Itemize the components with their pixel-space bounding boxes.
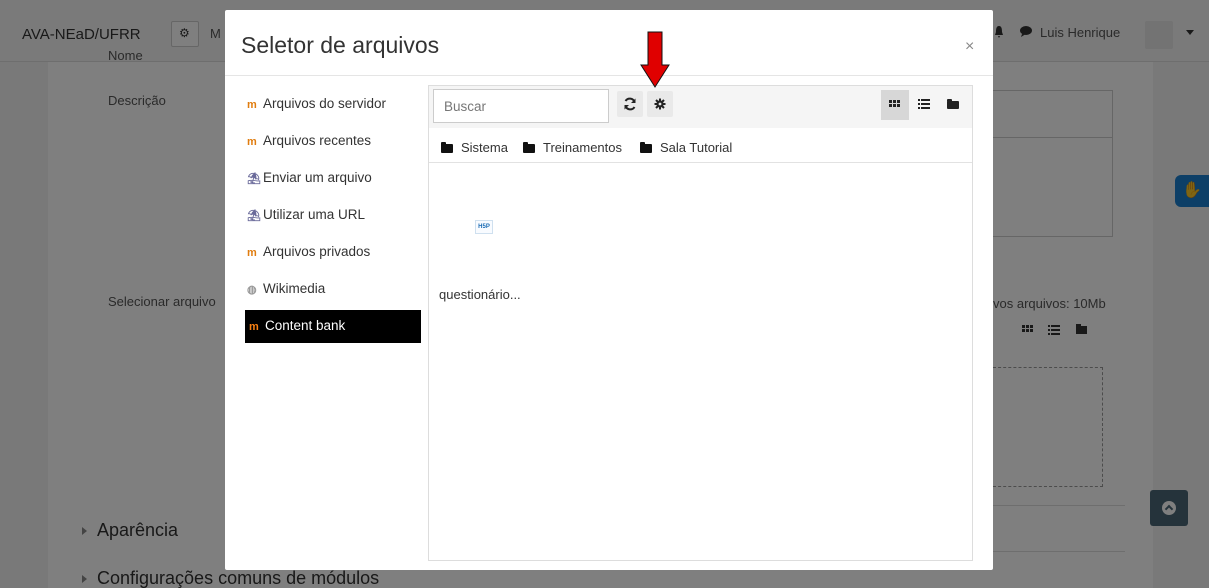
red-arrow-annotation <box>640 31 670 88</box>
repo-enviar-arquivo[interactable]: ⛱ Enviar um arquivo <box>245 162 421 195</box>
refresh-icon <box>624 97 636 111</box>
modal-header: Seletor de arquivos × <box>225 10 993 76</box>
repo-label: Enviar um arquivo <box>263 170 372 185</box>
breadcrumb-item[interactable]: Sala Tutorial <box>640 140 732 155</box>
repo-label: Arquivos do servidor <box>263 96 387 111</box>
modal-title: Seletor de arquivos <box>241 32 440 58</box>
repo-utilizar-url[interactable]: ⛱ Utilizar uma URL <box>245 199 421 232</box>
refresh-button[interactable] <box>617 91 643 117</box>
settings-button[interactable] <box>647 91 673 117</box>
breadcrumb-item[interactable]: Treinamentos <box>523 140 622 155</box>
file-browser-pane: Sistema Treinamentos Sala Tutorial H5P q… <box>428 85 973 561</box>
file-picker-dialog: Seletor de arquivos × m Arquivos do servi… <box>225 10 993 570</box>
folder-icon <box>523 142 535 153</box>
wikimedia-icon: ◍ <box>247 284 257 296</box>
folder-icon <box>947 99 959 109</box>
repo-arquivos-recentes[interactable]: m Arquivos recentes <box>245 125 421 158</box>
search-input[interactable] <box>433 89 609 123</box>
upload-icon: ⛱ <box>247 173 261 185</box>
breadcrumb: Sistema Treinamentos Sala Tutorial <box>429 131 972 163</box>
repo-arquivos-privados[interactable]: m Arquivos privados <box>245 236 421 269</box>
grid-icon <box>889 100 900 107</box>
view-tree-button[interactable] <box>939 90 967 120</box>
h5p-file-icon: H5P <box>475 220 493 234</box>
folder-icon <box>640 142 652 153</box>
repo-label: Wikimedia <box>263 281 326 296</box>
repo-label: Utilizar uma URL <box>263 207 366 222</box>
moodle-icon: m <box>247 247 257 259</box>
list-icon <box>918 99 930 109</box>
folder-icon <box>441 142 453 153</box>
repo-label: Arquivos privados <box>263 244 371 259</box>
view-icons-button[interactable] <box>881 90 909 120</box>
repo-label: Content bank <box>265 318 346 333</box>
file-item[interactable]: H5P questionário... <box>437 206 547 306</box>
close-icon[interactable]: × <box>965 38 974 56</box>
breadcrumb-label: Sala Tutorial <box>660 140 733 155</box>
repo-wikimedia[interactable]: ◍ Wikimedia <box>245 273 421 306</box>
breadcrumb-label: Treinamentos <box>543 140 622 155</box>
moodle-icon: m <box>247 136 257 148</box>
file-name: questionário... <box>439 287 521 302</box>
repo-label: Arquivos recentes <box>263 133 372 148</box>
breadcrumb-label: Sistema <box>461 140 508 155</box>
repository-list: m Arquivos do servidor m Arquivos recentes… <box>245 88 423 347</box>
view-mode-group <box>881 90 969 120</box>
moodle-icon: m <box>249 321 259 333</box>
breadcrumb-item[interactable]: Sistema <box>441 140 508 155</box>
gear-icon <box>654 98 666 110</box>
view-list-button[interactable] <box>910 90 938 120</box>
moodle-icon: m <box>247 99 257 111</box>
url-icon: ⛱ <box>247 210 261 222</box>
repo-content-bank[interactable]: m Content bank <box>245 310 421 343</box>
repo-arquivos-servidor[interactable]: m Arquivos do servidor <box>245 88 421 121</box>
file-browser-toolbar <box>429 86 972 128</box>
